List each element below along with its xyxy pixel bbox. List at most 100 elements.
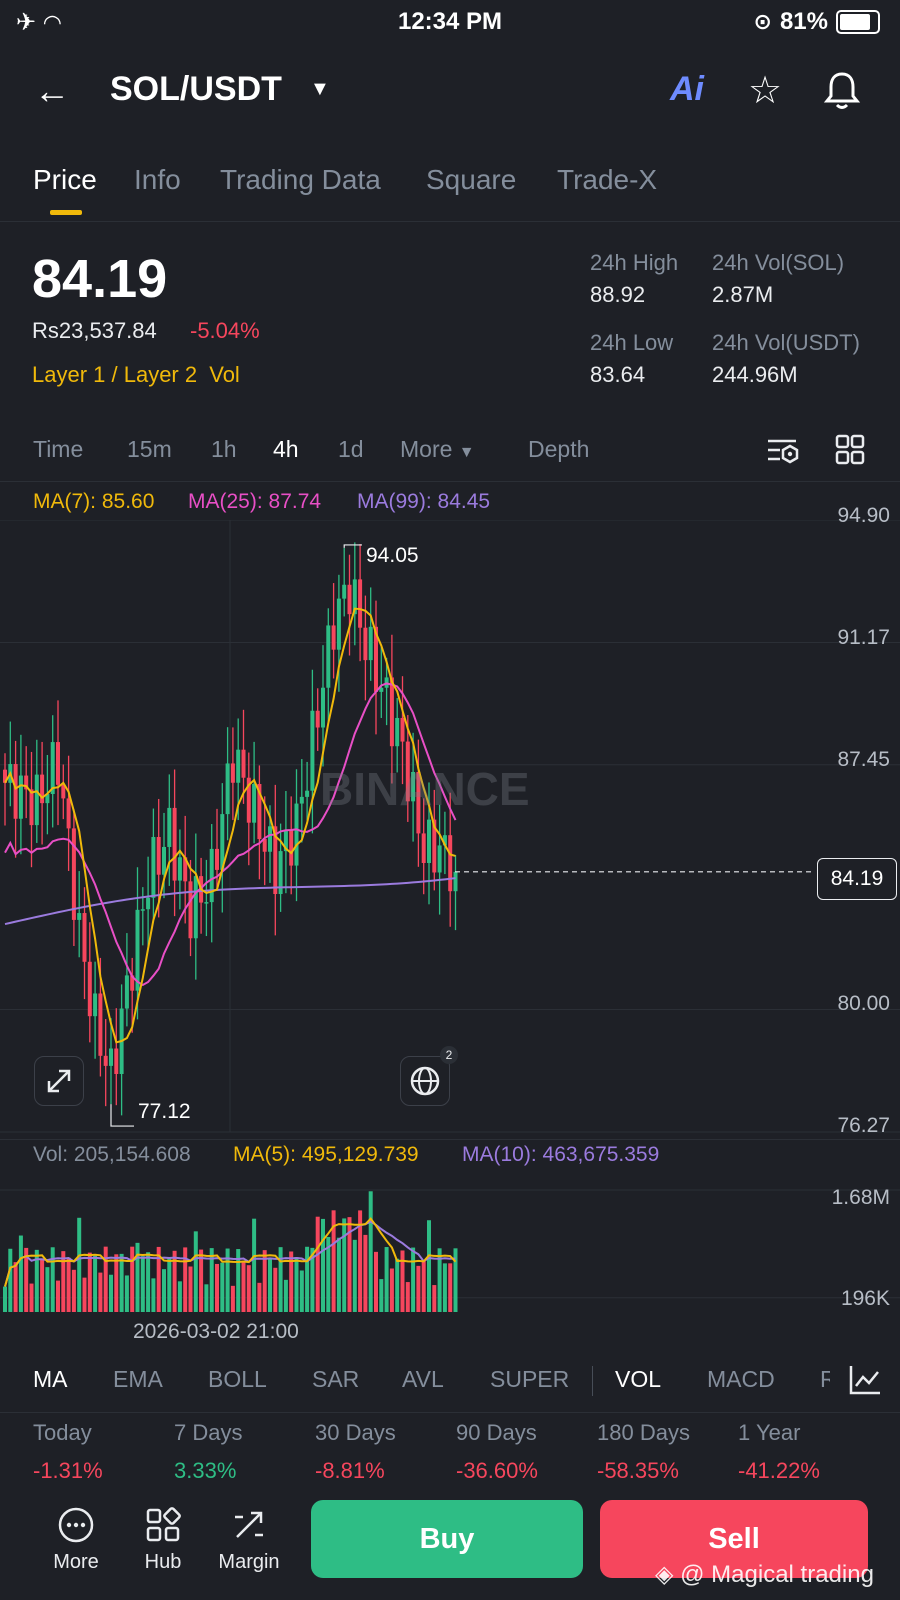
- chart-settings-icon[interactable]: [766, 436, 800, 466]
- ind-ema[interactable]: EMA: [113, 1366, 163, 1393]
- candle-body: [103, 1055, 108, 1066]
- hub-button[interactable]: Hub: [132, 1505, 194, 1574]
- more-label: More: [53, 1551, 99, 1573]
- candle-body: [331, 625, 336, 650]
- ind-boll[interactable]: BOLL: [208, 1366, 267, 1393]
- candle-body: [34, 774, 39, 826]
- watermark: ◈ @ Magical trading: [655, 1560, 874, 1589]
- ind-macd[interactable]: MACD: [707, 1366, 775, 1393]
- volume-bar: [114, 1254, 119, 1312]
- axis-label: 76.27: [837, 1114, 890, 1137]
- category-tags[interactable]: Layer 1 / Layer 2 Vol: [32, 362, 240, 388]
- current-price-tag: 84.19: [817, 858, 897, 900]
- vol-axis-bottom: 196K: [840, 1287, 890, 1310]
- volume-bar: [268, 1259, 272, 1312]
- volume-bar: [442, 1263, 447, 1312]
- candle-body: [50, 742, 55, 795]
- arrow-left-icon[interactable]: ←: [34, 70, 70, 112]
- volume-bar: [252, 1218, 257, 1312]
- tf-1h[interactable]: 1h: [211, 436, 237, 463]
- volume-bar: [379, 1279, 384, 1312]
- candle-body: [315, 710, 320, 728]
- candle-body: [215, 848, 219, 870]
- volume-bar: [448, 1263, 453, 1312]
- fullscreen-button[interactable]: [34, 1056, 84, 1106]
- perf-label: 1 Year: [738, 1420, 801, 1445]
- tab-info[interactable]: Info: [134, 164, 181, 196]
- candle-body: [82, 913, 87, 962]
- volume-bar: [427, 1220, 431, 1312]
- candle-body: [299, 796, 304, 804]
- ma25-legend: MA(25): 87.74: [188, 490, 322, 513]
- tab-square[interactable]: Square: [426, 164, 516, 196]
- tf-1d[interactable]: 1d: [338, 436, 364, 463]
- ind-sar[interactable]: SAR: [312, 1366, 359, 1393]
- candle-body: [294, 803, 299, 866]
- volume-bar: [177, 1281, 182, 1312]
- perf-value: -8.81%: [315, 1458, 385, 1483]
- tf-more-label[interactable]: More: [400, 436, 452, 462]
- volume-bar: [130, 1246, 135, 1312]
- candle-body: [13, 764, 18, 819]
- tf-more[interactable]: More ▼: [400, 436, 475, 463]
- ind-vol[interactable]: VOL: [615, 1366, 661, 1393]
- caret-down-icon: ▼: [458, 444, 475, 461]
- tf-4h[interactable]: 4h: [273, 436, 299, 463]
- tag-layer[interactable]: Layer 1 / Layer 2: [32, 362, 197, 387]
- candle-body: [204, 902, 209, 904]
- candle-body: [326, 625, 331, 688]
- candle-body: [188, 881, 193, 939]
- candle-body: [156, 837, 161, 875]
- candle-body: [310, 710, 315, 791]
- ai-icon[interactable]: Ai: [670, 70, 704, 109]
- ma99-legend: MA(99): 84.45: [357, 490, 491, 513]
- volume-bar: [405, 1282, 410, 1312]
- star-icon[interactable]: ☆: [748, 68, 782, 113]
- battery-icon: [836, 10, 880, 34]
- volume-bar: [389, 1268, 394, 1312]
- tab-trading-data[interactable]: Trading Data: [220, 164, 381, 196]
- ind-super[interactable]: SUPER: [490, 1366, 569, 1393]
- volume-bar: [342, 1218, 347, 1312]
- buy-button[interactable]: Buy: [311, 1500, 583, 1578]
- volume-bar: [56, 1280, 60, 1312]
- volume-bar: [336, 1237, 341, 1312]
- tf-15m[interactable]: 15m: [127, 436, 172, 463]
- tf-depth[interactable]: Depth: [528, 436, 589, 463]
- candle-body: [336, 598, 341, 650]
- candle-body: [437, 845, 442, 873]
- more-button[interactable]: More: [45, 1505, 107, 1574]
- ind-ma[interactable]: MA: [33, 1366, 68, 1393]
- volume-bar: [230, 1285, 235, 1312]
- bell-icon[interactable]: [822, 68, 862, 112]
- high-marker: 94.05: [366, 544, 419, 567]
- tag-vol[interactable]: Vol: [209, 362, 240, 387]
- tab-price[interactable]: Price: [33, 164, 97, 196]
- tf-time[interactable]: Time: [33, 436, 83, 463]
- pair-selector[interactable]: SOL/USDT: [110, 70, 282, 109]
- volume-bar: [98, 1272, 103, 1312]
- candle-body: [358, 579, 363, 628]
- vol-sol-label: 24h Vol(SOL): [712, 250, 845, 275]
- candle-body: [453, 871, 458, 892]
- binance-watermark: BINANCE: [320, 763, 530, 815]
- chart-type-icon[interactable]: [848, 1364, 882, 1396]
- perf-value: -36.60%: [456, 1458, 538, 1483]
- volume-bar: [368, 1191, 373, 1312]
- active-tab-indicator: [50, 210, 82, 215]
- perf-label: 90 Days: [456, 1420, 537, 1445]
- tab-trade-x[interactable]: Trade-X: [557, 164, 657, 196]
- globe-indicator-button[interactable]: [400, 1056, 450, 1106]
- ind-avl[interactable]: AVL: [402, 1366, 444, 1393]
- status-bar: ✈ ︎◠ 12:34 PM ⊙ 81%: [0, 0, 900, 44]
- candle-body: [363, 627, 368, 661]
- volume-bar: [294, 1257, 299, 1312]
- layout-grid-icon[interactable]: [835, 434, 865, 466]
- margin-button[interactable]: Margin: [213, 1505, 285, 1574]
- fiat-price: Rs23,537.84: [32, 318, 157, 343]
- volume-bar: [352, 1239, 357, 1312]
- caret-down-icon[interactable]: ▼: [310, 78, 330, 101]
- perf-value: -41.22%: [738, 1458, 820, 1483]
- candle-body: [167, 807, 172, 847]
- ind-r[interactable]: R: [820, 1366, 830, 1393]
